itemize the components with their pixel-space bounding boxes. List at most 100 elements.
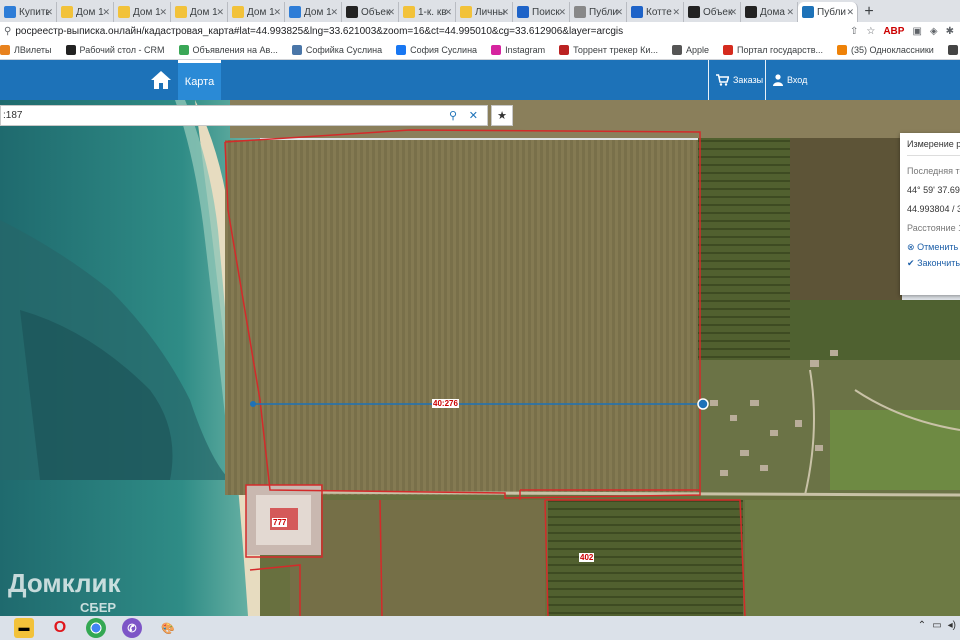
browser-tab[interactable]: Дом 1 ✕ — [114, 2, 171, 22]
tab-favicon-icon — [631, 6, 643, 18]
viber-icon[interactable]: ✆ — [122, 618, 142, 638]
tab-favicon-icon — [517, 6, 529, 18]
bookmark-item[interactable]: (35) Одноклассники — [837, 44, 934, 55]
cadastral-map[interactable]: 40:276 777 402 ⚲ ✕ ★ Измерение расс Посл… — [0, 100, 960, 616]
clear-icon[interactable]: ✕ — [469, 109, 478, 122]
tab-favicon-icon — [118, 6, 130, 18]
favorites-button[interactable]: ★ — [491, 105, 513, 126]
system-tray: ⌃ ▭ ◂) — [918, 620, 956, 631]
bookmark-label: Instagram — [505, 44, 546, 55]
extension-icon-2[interactable]: ◈ — [930, 26, 938, 37]
bookmark-item[interactable]: Instagram — [491, 44, 546, 55]
measure-panel-title: Измерение расс — [907, 139, 960, 156]
site-info-icon[interactable]: ⚲ — [4, 26, 11, 37]
bookmark-favicon-icon — [947, 44, 958, 55]
browser-tab[interactable]: Котте ✕ — [627, 2, 684, 22]
bookmark-label: (35) Одноклассники — [851, 44, 934, 55]
parcel-label[interactable]: 777 — [272, 518, 288, 527]
tab-close-icon[interactable]: ✕ — [273, 7, 281, 18]
orders-button[interactable]: Заказы — [716, 60, 763, 100]
tab-close-icon[interactable]: ✕ — [102, 7, 110, 18]
tab-close-icon[interactable]: ✕ — [45, 7, 53, 18]
tray-expand-icon[interactable]: ⌃ — [918, 620, 926, 631]
tab-close-icon[interactable]: ✕ — [444, 7, 452, 18]
file-explorer-icon[interactable]: ▬ — [14, 618, 34, 638]
bookmark-favicon-icon — [65, 44, 76, 55]
parcel-label[interactable]: 402 — [579, 553, 595, 562]
new-tab-button[interactable]: + — [858, 2, 880, 22]
tab-close-icon[interactable]: ✕ — [216, 7, 224, 18]
site-header: Карта Заказы Вход — [0, 60, 960, 100]
tab-map[interactable]: Карта — [178, 60, 221, 100]
search-input[interactable] — [1, 110, 441, 121]
volume-icon[interactable]: ◂) — [948, 620, 956, 631]
user-icon — [773, 74, 783, 86]
bookmark-star-icon[interactable]: ☆ — [866, 26, 875, 37]
search-box: ⚲ ✕ — [0, 105, 488, 126]
tab-close-icon[interactable]: ✕ — [615, 7, 623, 18]
bookmark-item[interactable]: Портал государств... — [723, 44, 823, 55]
extension-icon[interactable]: ▣ — [912, 26, 921, 37]
tab-favicon-icon — [688, 6, 700, 18]
tab-close-icon[interactable]: ✕ — [672, 7, 680, 18]
address-bar-icons: ⇧ ☆ ABP ▣ ◈ ✱ — [850, 26, 954, 37]
browser-tab[interactable]: Объек ✕ — [684, 2, 741, 22]
browser-tab-bar: Купить ✕ Дом 1 ✕ Дом 1 ✕ Дом 1 ✕ Дом 1 ✕ Дом 1 ✕ Объ… — [0, 0, 960, 22]
bookmark-item[interactable]: София Суслина — [396, 44, 478, 55]
browser-tab[interactable]: Поиск ✕ — [513, 2, 570, 22]
tab-close-icon[interactable]: ✕ — [558, 7, 566, 18]
bookmark-favicon-icon — [291, 44, 302, 55]
url-text[interactable]: росреестр-выписка.онлайн/кадастровая_кар… — [15, 26, 623, 37]
browser-tab[interactable]: Объек ✕ — [342, 2, 399, 22]
network-icon[interactable]: ▭ — [932, 620, 941, 631]
tab-close-icon[interactable]: ✕ — [330, 7, 338, 18]
browser-tab[interactable]: 1-к. кв ✕ — [399, 2, 456, 22]
bookmark-item[interactable]: Рабочий стол - CRM — [65, 44, 165, 55]
tab-close-icon[interactable]: ✕ — [729, 7, 737, 18]
tab-close-icon[interactable]: ✕ — [387, 7, 395, 18]
tab-close-icon[interactable]: ✕ — [159, 7, 167, 18]
browser-tab[interactable]: Дом 1 ✕ — [228, 2, 285, 22]
bookmark-item[interactable]: Крым Онлайн — [947, 44, 960, 55]
browser-tab[interactable]: Дом 1 ✕ — [285, 2, 342, 22]
extension-icon-abp[interactable]: ABP — [883, 26, 904, 37]
browser-tab[interactable]: Дом 1 ✕ — [171, 2, 228, 22]
bookmark-favicon-icon — [723, 44, 733, 55]
tab-map-label: Карта — [184, 75, 215, 88]
cancel-measure-button[interactable]: ⊗ Отменить — [907, 242, 960, 253]
tab-favicon-icon — [574, 6, 586, 18]
browser-tab[interactable]: Личны ✕ — [456, 2, 513, 22]
browser-tab[interactable]: Купить ✕ — [0, 2, 57, 22]
bookmark-item[interactable]: Объявления на Ав... — [178, 44, 278, 55]
browser-tab[interactable]: Дом 1 ✕ — [57, 2, 114, 22]
header-divider — [765, 60, 766, 100]
browser-tab[interactable]: Публи ✕ — [798, 2, 858, 22]
tab-label: Публи — [817, 6, 846, 18]
address-bar[interactable]: ⚲ росреестр-выписка.онлайн/кадастровая_к… — [0, 22, 960, 40]
cancel-icon: ⊗ — [907, 242, 915, 252]
bookmark-favicon-icon — [837, 44, 848, 55]
parcel-label[interactable]: 40:276 — [432, 399, 459, 408]
home-icon[interactable] — [150, 70, 172, 90]
bookmark-item[interactable]: Apple — [671, 44, 709, 55]
bookmark-label: София Суслина — [410, 44, 478, 55]
paint-icon[interactable]: 🎨 — [158, 618, 178, 638]
tab-close-icon[interactable]: ✕ — [786, 7, 794, 18]
finish-measure-button[interactable]: ✔ Закончить — [907, 258, 960, 269]
bookmark-item[interactable]: Торрент трекер Ки... — [559, 44, 658, 55]
tab-close-icon[interactable]: ✕ — [846, 7, 854, 18]
opera-icon[interactable]: O — [50, 618, 70, 638]
bookmark-item[interactable]: Софийка Суслина — [291, 44, 382, 55]
bookmark-item[interactable]: ЛВилеты — [0, 44, 52, 55]
tab-favicon-icon — [289, 6, 301, 18]
last-point-label: Последняя то — [907, 166, 960, 176]
tab-close-icon[interactable]: ✕ — [501, 7, 509, 18]
browser-tab[interactable]: Публи ✕ — [570, 2, 627, 22]
chrome-icon[interactable] — [86, 618, 106, 638]
login-button[interactable]: Вход — [773, 60, 807, 100]
extensions-puzzle-icon[interactable]: ✱ — [946, 26, 954, 37]
browser-tab[interactable]: Дома ✕ — [741, 2, 798, 22]
bookmark-favicon-icon — [178, 44, 189, 55]
search-icon[interactable]: ⚲ — [449, 109, 457, 122]
share-icon[interactable]: ⇧ — [850, 26, 858, 37]
